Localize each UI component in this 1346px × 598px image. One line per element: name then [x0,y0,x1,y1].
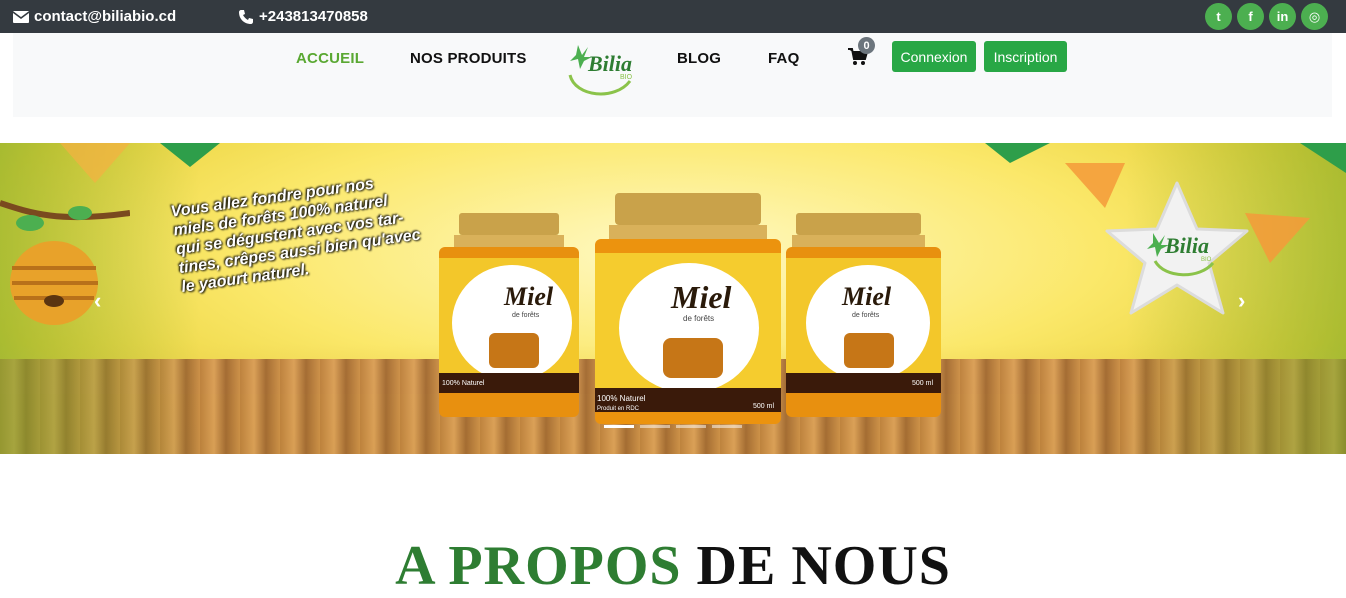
svg-text:Miel: Miel [841,282,892,311]
svg-text:Miel: Miel [503,282,554,311]
svg-text:BIO: BIO [620,74,633,81]
bilia-star-badge: Bilia BIO [1105,181,1249,315]
nav-faq[interactable]: FAQ [768,50,799,67]
connexion-button[interactable]: Connexion [892,41,976,72]
carousel-next-icon[interactable]: › [1238,288,1245,314]
svg-text:de forêts: de forêts [683,314,714,323]
facebook-icon[interactable]: f [1237,3,1264,30]
inscription-button[interactable]: Inscription [984,41,1067,72]
nav-blog[interactable]: BLOG [677,50,721,67]
beehive-illustration [0,200,130,325]
carousel-indicator-2[interactable] [640,425,670,428]
nav-nos-produits[interactable]: NOS PRODUITS [410,50,527,67]
about-title: A PROPOS DE NOUS [0,534,1346,598]
instagram-icon[interactable]: ◎ [1301,3,1328,30]
carousel-indicator-3[interactable] [676,425,706,428]
social-links: t f in ◎ [1205,3,1328,30]
carousel-indicator-4[interactable] [712,425,742,428]
envelope-icon [13,10,29,23]
about-title-dark: DE NOUS [696,535,951,597]
twitter-icon[interactable]: t [1205,3,1232,30]
navbar: ACCUEIL NOS PRODUITS Bilia BIO BLOG FAQ … [13,33,1332,117]
phone-text: +243813470858 [259,8,368,25]
svg-text:500 ml: 500 ml [753,403,774,410]
email-contact[interactable]: contact@biliabio.cd [13,0,176,33]
honey-jar-center: Miel de forêts 100% Naturel Produit en R… [595,193,781,424]
svg-text:de forêts: de forêts [512,312,540,319]
linkedin-icon[interactable]: in [1269,3,1296,30]
bilia-logo[interactable]: Bilia BIO [560,35,640,99]
svg-text:Bilia: Bilia [587,51,632,76]
honey-jar-right: Miel de forêts 500 ml [786,213,941,417]
carousel-prev-icon[interactable]: ‹ [94,288,101,314]
hero-carousel[interactable]: Vous allez fondre pour nos miels de forê… [0,143,1346,454]
phone-icon [239,9,253,24]
svg-text:100% Naturel: 100% Naturel [597,394,646,403]
about-title-green: A PROPOS [395,535,682,597]
top-bar: contact@biliabio.cd +243813470858 t f in… [0,0,1346,33]
honey-jar-left: Miel de forêts 100% Naturel [439,213,579,417]
phone-contact[interactable]: +243813470858 [238,0,368,33]
svg-text:de forêts: de forêts [852,312,880,319]
carousel-indicators [604,425,742,428]
svg-text:Bilia: Bilia [1164,233,1209,258]
cart-count-badge: 0 [858,37,875,54]
nav-accueil[interactable]: ACCUEIL [296,50,364,67]
email-text: contact@biliabio.cd [34,8,177,25]
svg-text:100% Naturel: 100% Naturel [442,380,485,387]
svg-text:500 ml: 500 ml [912,380,933,387]
svg-text:Produit en RDC: Produit en RDC [597,406,640,412]
carousel-indicator-1[interactable] [604,425,634,428]
svg-text:BIO: BIO [1201,257,1212,263]
svg-text:Miel: Miel [670,279,732,315]
